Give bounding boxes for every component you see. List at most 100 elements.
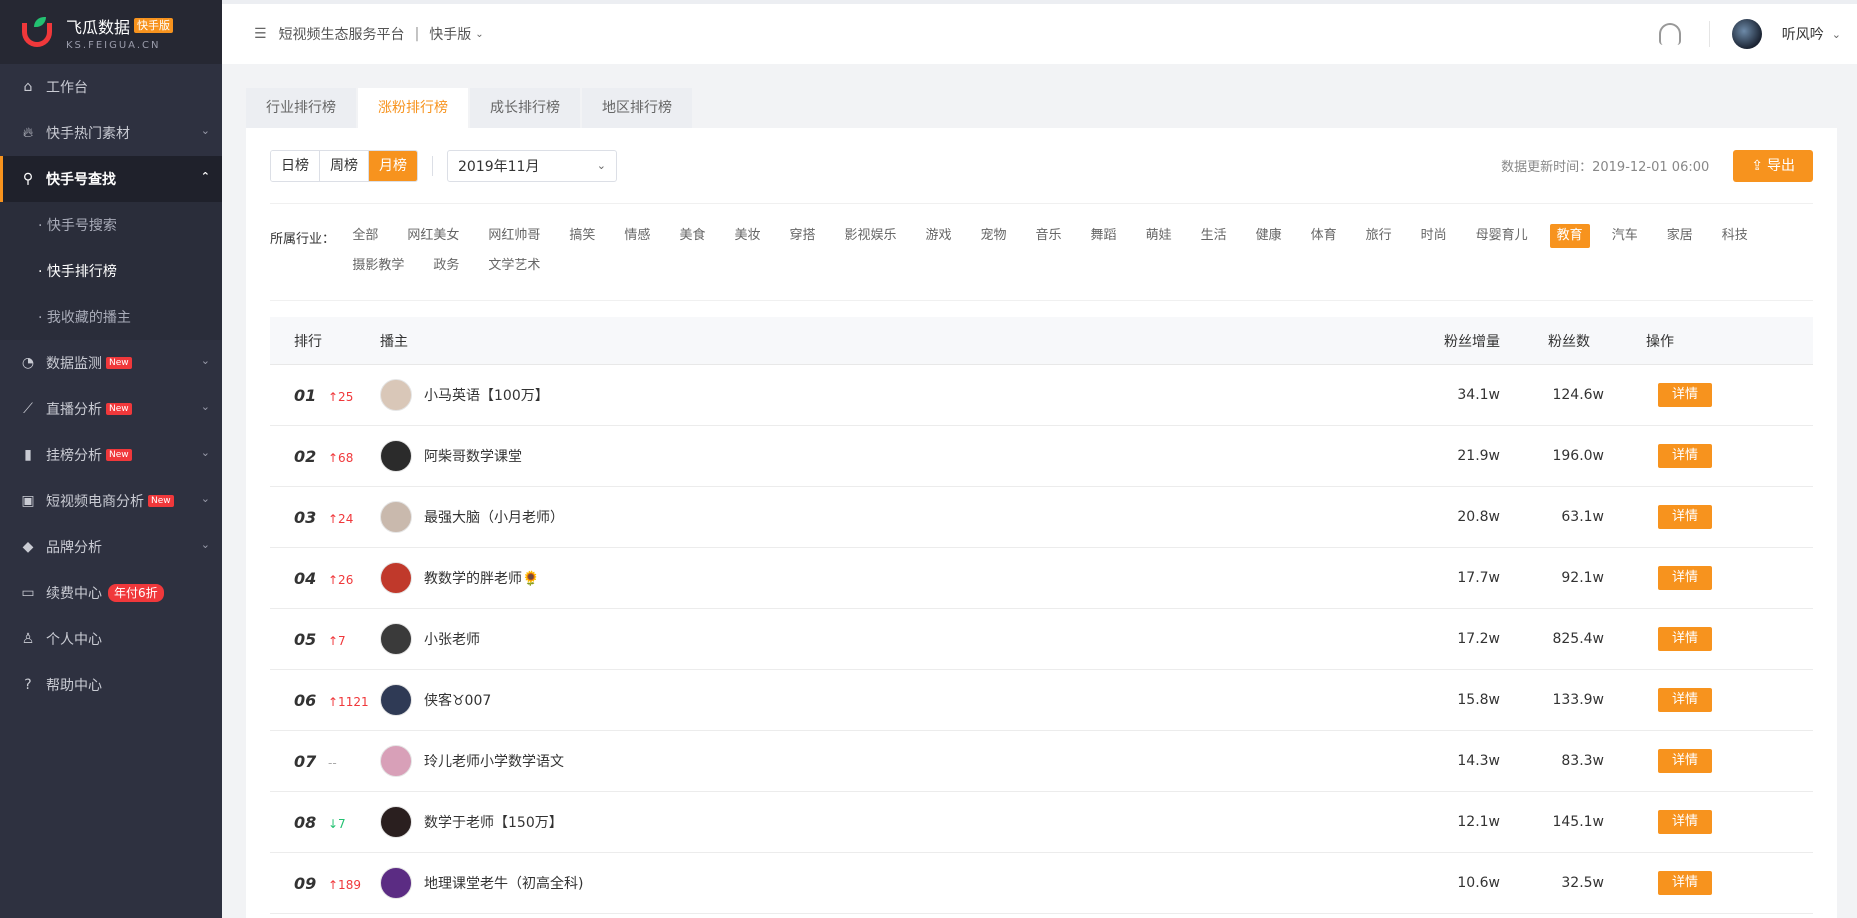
rank-change: -- bbox=[328, 755, 337, 770]
sidebar-item-brand-analysis[interactable]: ◆ 品牌分析 ⌄ bbox=[0, 524, 222, 570]
avatar[interactable] bbox=[380, 806, 412, 838]
sidebar-item-profile[interactable]: ♙ 个人中心 bbox=[0, 616, 222, 662]
table-row[interactable]: 02 ↑68 阿柴哥数学课堂 21.9w 196.0w 详情 bbox=[270, 426, 1813, 487]
sidebar-item-live-analysis[interactable]: ⟋ 直播分析 New ⌄ bbox=[0, 386, 222, 432]
tab-fans-growth[interactable]: 涨粉排行榜 bbox=[358, 88, 468, 128]
table-row[interactable]: 05 ↑7 小张老师 17.2w 825.4w 详情 bbox=[270, 609, 1813, 670]
filter-chip[interactable]: 体育 bbox=[1304, 224, 1344, 248]
headset-icon[interactable] bbox=[1658, 23, 1681, 45]
filter-chip[interactable]: 时尚 bbox=[1414, 224, 1454, 248]
avatar[interactable] bbox=[380, 745, 412, 777]
period-monthly-button[interactable]: 月榜 bbox=[369, 150, 417, 181]
table-row[interactable]: 04 ↑26 教数学的胖老师🌻 17.7w 92.1w 详情 bbox=[270, 548, 1813, 609]
anchor-name[interactable]: 侠客♉007 bbox=[424, 690, 491, 710]
sidebar-item-workbench[interactable]: ⌂ 工作台 bbox=[0, 64, 222, 110]
avatar[interactable] bbox=[380, 501, 412, 533]
sidebar-subitem-account-search[interactable]: · 快手号搜索 bbox=[0, 202, 222, 248]
menu-toggle-icon[interactable]: ☰ bbox=[254, 26, 267, 42]
filter-chip[interactable]: 科技 bbox=[1715, 224, 1755, 248]
sidebar-item-help[interactable]: ? 帮助中心 bbox=[0, 662, 222, 708]
filter-chip[interactable]: 舞蹈 bbox=[1084, 224, 1124, 248]
avatar[interactable] bbox=[380, 379, 412, 411]
detail-button[interactable]: 详情 bbox=[1657, 688, 1712, 712]
anchor-name[interactable]: 阿柴哥数学课堂 bbox=[424, 446, 522, 466]
filter-chip[interactable]: 旅行 bbox=[1359, 224, 1399, 248]
filter-chip[interactable]: 音乐 bbox=[1029, 224, 1069, 248]
table-row[interactable]: 08 ↓7 数学于老师【150万】 12.1w 145.1w 详情 bbox=[270, 792, 1813, 853]
detail-button[interactable]: 详情 bbox=[1657, 383, 1712, 407]
operation-cell: 详情 bbox=[1604, 566, 1712, 590]
sidebar-subitem-favorites[interactable]: · 我收藏的播主 bbox=[0, 294, 222, 340]
tab-industry[interactable]: 行业排行榜 bbox=[246, 88, 356, 128]
edition-switcher[interactable]: 快手版 bbox=[429, 24, 471, 44]
anchor-name[interactable]: 玲儿老师小学数学语文 bbox=[424, 751, 564, 771]
avatar[interactable] bbox=[380, 867, 412, 899]
table-row[interactable]: 03 ↑24 最强大脑（小月老师） 20.8w 63.1w 详情 bbox=[270, 487, 1813, 548]
detail-button[interactable]: 详情 bbox=[1657, 566, 1712, 590]
filter-chip[interactable]: 摄影教学 bbox=[345, 254, 411, 278]
filter-chip[interactable]: 搞笑 bbox=[562, 224, 602, 248]
period-daily-button[interactable]: 日榜 bbox=[271, 150, 320, 181]
filter-chip[interactable]: 游戏 bbox=[919, 224, 959, 248]
detail-button[interactable]: 详情 bbox=[1657, 505, 1712, 529]
table-row[interactable]: 07 -- 玲儿老师小学数学语文 14.3w 83.3w 详情 bbox=[270, 731, 1813, 792]
filter-chip[interactable]: 教育 bbox=[1549, 224, 1590, 248]
anchor-name[interactable]: 小马英语【100万】 bbox=[424, 385, 549, 405]
table-row[interactable]: 09 ↑189 地理课堂老牛（初高全科) 10.6w 32.5w 详情 bbox=[270, 853, 1813, 914]
anchor-name[interactable]: 最强大脑（小月老师） bbox=[424, 507, 564, 527]
anchor-cell: 数学于老师【150万】 bbox=[380, 806, 1380, 838]
brand[interactable]: 飞瓜数据 快手版 KS.FEIGUA.CN bbox=[0, 0, 222, 64]
avatar[interactable] bbox=[380, 623, 412, 655]
anchor-name[interactable]: 小张老师 bbox=[424, 629, 480, 649]
sidebar-item-data-monitor[interactable]: ◔ 数据监测 New ⌄ bbox=[0, 340, 222, 386]
avatar[interactable] bbox=[380, 684, 412, 716]
detail-button[interactable]: 详情 bbox=[1657, 627, 1712, 651]
avatar[interactable] bbox=[380, 562, 412, 594]
filter-chip[interactable]: 汽车 bbox=[1605, 224, 1645, 248]
chevron-down-icon[interactable]: ⌄ bbox=[1832, 28, 1841, 41]
filter-chip[interactable]: 美食 bbox=[672, 224, 712, 248]
sidebar-item-list-analysis[interactable]: ▮ 挂榜分析 New ⌄ bbox=[0, 432, 222, 478]
filter-chip[interactable]: 网红帅哥 bbox=[481, 224, 547, 248]
sidebar-item-account-search[interactable]: ⚲ 快手号查找 ⌃ bbox=[0, 156, 222, 202]
sidebar-subitem-ranking[interactable]: · 快手排行榜 bbox=[0, 248, 222, 294]
username[interactable]: 听风吟 bbox=[1782, 24, 1824, 44]
filter-chip[interactable]: 家居 bbox=[1660, 224, 1700, 248]
anchor-name[interactable]: 数学于老师【150万】 bbox=[424, 812, 563, 832]
month-select[interactable]: 2019年11月 ⌄ bbox=[447, 149, 617, 182]
tab-region[interactable]: 地区排行榜 bbox=[582, 88, 692, 128]
detail-button[interactable]: 详情 bbox=[1657, 749, 1712, 773]
detail-button[interactable]: 详情 bbox=[1657, 444, 1712, 468]
header-increase[interactable]: 粉丝增量 bbox=[1380, 331, 1500, 351]
anchor-name[interactable]: 教数学的胖老师🌻 bbox=[424, 568, 539, 588]
filter-chip[interactable]: 情感 bbox=[617, 224, 657, 248]
filter-chip[interactable]: 政务 bbox=[426, 254, 466, 278]
period-weekly-button[interactable]: 周榜 bbox=[320, 150, 369, 181]
filter-chip[interactable]: 影视娱乐 bbox=[837, 224, 903, 248]
filter-chip[interactable]: 穿搭 bbox=[782, 224, 822, 248]
filter-chip[interactable]: 美妆 bbox=[727, 224, 767, 248]
table-row[interactable]: 01 ↑25 小马英语【100万】 34.1w 124.6w 详情 bbox=[270, 365, 1813, 426]
operation-cell: 详情 bbox=[1604, 627, 1712, 651]
export-button[interactable]: ⇪ 导出 bbox=[1733, 149, 1813, 182]
avatar[interactable] bbox=[380, 440, 412, 472]
sidebar-item-ecommerce-analysis[interactable]: ▣ 短视频电商分析 New ⌄ bbox=[0, 478, 222, 524]
filter-chip[interactable]: 文学艺术 bbox=[481, 254, 547, 278]
filter-chip[interactable]: 网红美女 bbox=[400, 224, 466, 248]
anchor-name[interactable]: 地理课堂老牛（初高全科) bbox=[424, 873, 583, 893]
sidebar-item-renewal[interactable]: ▭ 续费中心 年付6折 bbox=[0, 570, 222, 616]
filter-chip[interactable]: 生活 bbox=[1194, 224, 1234, 248]
filter-chip[interactable]: 母婴育儿 bbox=[1469, 224, 1535, 248]
filter-chip[interactable]: 全部 bbox=[345, 224, 385, 248]
detail-button[interactable]: 详情 bbox=[1657, 810, 1712, 834]
filter-chip[interactable]: 健康 bbox=[1249, 224, 1289, 248]
sidebar-item-hot-materials[interactable]: 🔥︎ 快手热门素材 ⌄ bbox=[0, 110, 222, 156]
avatar[interactable] bbox=[1731, 19, 1762, 49]
chevron-down-icon[interactable]: ⌄ bbox=[475, 29, 483, 40]
filter-chip[interactable]: 萌娃 bbox=[1139, 224, 1179, 248]
detail-button[interactable]: 详情 bbox=[1657, 871, 1712, 895]
table-row[interactable]: 06 ↑1121 侠客♉007 15.8w 133.9w 详情 bbox=[270, 670, 1813, 731]
filter-chip[interactable]: 宠物 bbox=[974, 224, 1014, 248]
header-fans[interactable]: 粉丝数 bbox=[1500, 331, 1604, 351]
tab-growth[interactable]: 成长排行榜 bbox=[470, 88, 580, 128]
